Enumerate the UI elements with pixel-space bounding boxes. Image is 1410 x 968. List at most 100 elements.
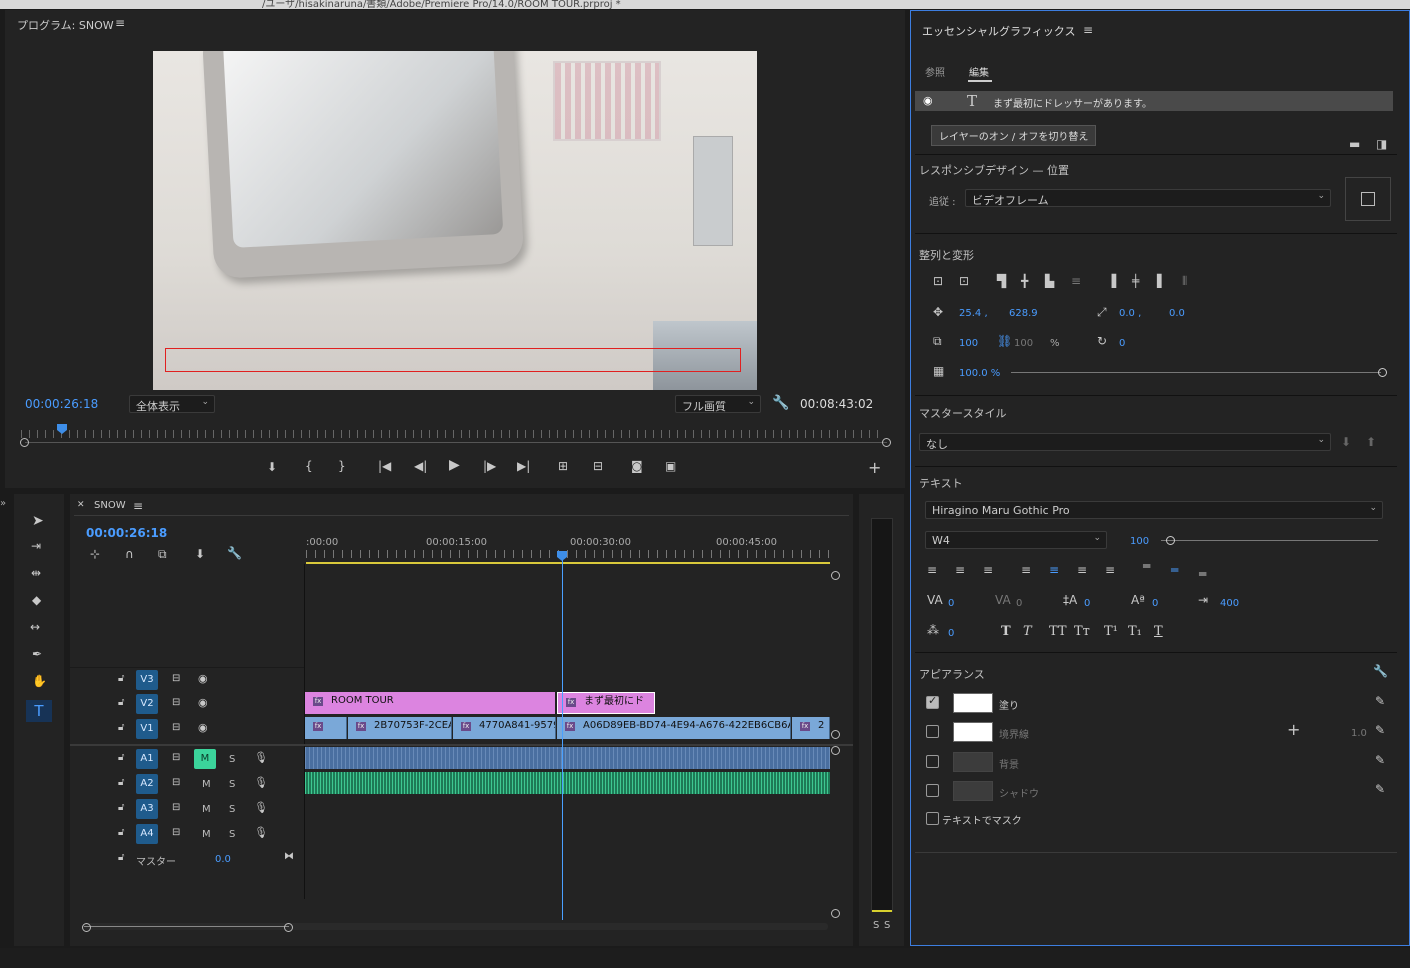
mark-out-icon[interactable]: } bbox=[338, 460, 346, 472]
track-select-tool-icon[interactable]: ⇥ bbox=[31, 540, 41, 552]
align-vertical-center-icon[interactable]: ⊡ bbox=[933, 275, 943, 287]
hscroll-right-handle[interactable] bbox=[284, 923, 293, 932]
underline-button[interactable]: T bbox=[1154, 624, 1163, 639]
scrub-start-handle[interactable] bbox=[20, 438, 29, 447]
opacity-slider[interactable] bbox=[1011, 372, 1381, 373]
subscript-button[interactable]: T₁ bbox=[1128, 624, 1142, 639]
meter-solo-left[interactable]: S bbox=[873, 920, 879, 931]
scale-value[interactable]: 100 bbox=[959, 338, 978, 349]
track-label-v3[interactable]: V3 bbox=[136, 670, 158, 690]
scrub-end-handle[interactable] bbox=[882, 438, 891, 447]
zoom-select[interactable]: 全体表示 ⌄ bbox=[129, 395, 215, 413]
scale-height[interactable]: 100 bbox=[1014, 338, 1033, 349]
lock-icon[interactable]: 🔓︎ bbox=[118, 828, 124, 838]
font-size-slider-handle[interactable] bbox=[1166, 536, 1175, 545]
justify-left-icon[interactable]: ≡ bbox=[1021, 564, 1031, 576]
text-align-left-icon[interactable]: ≡ bbox=[927, 564, 937, 576]
clip-v1-b[interactable]: fx 4770A841-9579 bbox=[453, 717, 556, 739]
play-icon[interactable]: ▶ bbox=[449, 458, 460, 472]
background-color-swatch[interactable] bbox=[953, 752, 993, 772]
lock-icon[interactable]: 🔓︎ bbox=[118, 753, 124, 763]
lock-icon[interactable]: 🔓︎ bbox=[118, 674, 124, 684]
comparison-view-icon[interactable]: ▣ bbox=[665, 460, 676, 472]
lock-icon[interactable]: 🔓︎ bbox=[118, 698, 124, 708]
vertical-align-center-icon[interactable]: ═ bbox=[1171, 564, 1178, 576]
panel-collapse-icon[interactable]: » bbox=[0, 498, 6, 509]
track-label-a1[interactable]: A1 bbox=[136, 749, 158, 769]
follow-select[interactable]: ビデオフレーム ⌄ bbox=[965, 189, 1331, 207]
rotation-value[interactable]: 0 bbox=[1119, 338, 1125, 349]
tab-browse[interactable]: 参照 bbox=[925, 64, 945, 79]
clip-v2-title[interactable]: fx ROOM TOUR bbox=[305, 692, 555, 714]
align-center-icon[interactable]: ╪ bbox=[1132, 275, 1139, 287]
text-align-right-icon[interactable]: ≡ bbox=[983, 564, 993, 576]
wrench-icon[interactable]: 🔧 bbox=[772, 396, 789, 410]
solo-button-a4[interactable]: S bbox=[229, 829, 235, 840]
tracking-value[interactable]: 0 bbox=[1016, 598, 1022, 609]
align-horizontal-center-icon[interactable]: ⊡ bbox=[959, 275, 969, 287]
export-frame-icon[interactable]: ◙ bbox=[631, 460, 643, 472]
anchor-x[interactable]: 0.0 , bbox=[1119, 308, 1141, 319]
link-icon[interactable]: ⛓ bbox=[997, 335, 1012, 347]
add-button-icon[interactable]: + bbox=[868, 460, 881, 476]
sync-lock-icon[interactable]: ⊟ bbox=[172, 698, 180, 708]
go-to-in-icon[interactable]: |◀ bbox=[378, 460, 391, 472]
solo-button-a3[interactable]: S bbox=[229, 804, 235, 815]
microphone-icon[interactable]: 🎙︎ bbox=[254, 777, 268, 788]
nest-icon[interactable]: ⊹ bbox=[90, 548, 100, 560]
eye-icon[interactable]: ◉ bbox=[923, 95, 933, 106]
master-volume[interactable]: 0.0 bbox=[215, 854, 231, 865]
align-bottom-icon[interactable]: ▙ bbox=[1045, 275, 1054, 287]
track-label-a4[interactable]: A4 bbox=[136, 824, 158, 844]
lift-icon[interactable]: ⊞ bbox=[558, 460, 568, 472]
hand-tool-icon[interactable]: ✋ bbox=[32, 675, 47, 687]
anchor-y[interactable]: 0.0 bbox=[1169, 308, 1185, 319]
lock-icon[interactable]: 🔓︎ bbox=[118, 803, 124, 813]
stroke-checkbox[interactable] bbox=[926, 725, 939, 738]
font-weight-select[interactable]: W4 ⌄ bbox=[925, 531, 1107, 549]
microphone-icon[interactable]: 🎙︎ bbox=[254, 752, 268, 763]
track-label-a3[interactable]: A3 bbox=[136, 799, 158, 819]
panel-menu-icon[interactable]: ≡ bbox=[115, 17, 125, 29]
tab-width-value[interactable]: 400 bbox=[1220, 598, 1239, 609]
add-marker-icon[interactable]: ⬇ bbox=[195, 548, 205, 560]
eg-title[interactable]: エッセンシャルグラフィックス bbox=[922, 23, 1075, 39]
program-monitor-title[interactable]: プログラム: SNOW bbox=[17, 17, 114, 33]
align-right-icon[interactable]: ▌ bbox=[1157, 275, 1166, 287]
eyedropper-icon[interactable]: ✎ bbox=[1375, 695, 1385, 707]
wrench-icon[interactable]: 🔧 bbox=[227, 547, 242, 559]
new-layer-icon[interactable]: ◨ bbox=[1376, 138, 1387, 150]
snap-icon[interactable]: ∩ bbox=[125, 548, 134, 560]
lock-icon[interactable]: 🔓︎ bbox=[118, 723, 124, 733]
mute-button-a3[interactable]: M bbox=[202, 804, 211, 815]
stroke-color-swatch[interactable] bbox=[953, 722, 993, 742]
shadow-color-swatch[interactable] bbox=[953, 781, 993, 801]
scrub-ruler[interactable] bbox=[21, 430, 883, 438]
eyedropper-icon[interactable]: ✎ bbox=[1375, 754, 1385, 766]
timeline-timecode[interactable]: 00:00:26:18 bbox=[86, 526, 167, 540]
eyedropper-icon[interactable]: ✎ bbox=[1375, 724, 1385, 736]
timeline-vscroll-mid2[interactable] bbox=[831, 746, 840, 755]
pen-tool-icon[interactable]: ✒ bbox=[32, 648, 42, 660]
position-y[interactable]: 628.9 bbox=[1009, 308, 1038, 319]
stroke-width[interactable]: 1.0 bbox=[1351, 728, 1367, 739]
font-select[interactable]: Hiragino Maru Gothic Pro ⌄ bbox=[925, 501, 1383, 519]
slip-tool-icon[interactable]: ↔ bbox=[30, 621, 40, 633]
sync-lock-icon[interactable]: ⊟ bbox=[172, 723, 180, 733]
extract-icon[interactable]: ⊟ bbox=[593, 460, 603, 472]
audio-clip-a1[interactable] bbox=[305, 747, 830, 769]
lock-icon[interactable]: 🔓︎ bbox=[118, 853, 124, 863]
timeline-ruler[interactable] bbox=[306, 550, 830, 558]
sync-lock-icon[interactable]: ⊟ bbox=[172, 753, 180, 763]
mask-checkbox[interactable] bbox=[926, 812, 939, 825]
opacity-slider-handle[interactable] bbox=[1378, 368, 1387, 377]
mute-button-a4[interactable]: M bbox=[202, 829, 211, 840]
sync-lock-icon[interactable]: ⊟ bbox=[172, 828, 180, 838]
background-checkbox[interactable] bbox=[926, 755, 939, 768]
justify-right-icon[interactable]: ≡ bbox=[1077, 564, 1087, 576]
align-top-icon[interactable]: ▜ bbox=[997, 275, 1006, 287]
panel-menu-icon[interactable]: ≡ bbox=[133, 500, 143, 512]
microphone-icon[interactable]: 🎙︎ bbox=[254, 827, 268, 838]
vertical-align-bottom-icon[interactable]: ═ bbox=[1199, 568, 1206, 580]
wrench-icon[interactable]: 🔧 bbox=[1373, 665, 1388, 677]
